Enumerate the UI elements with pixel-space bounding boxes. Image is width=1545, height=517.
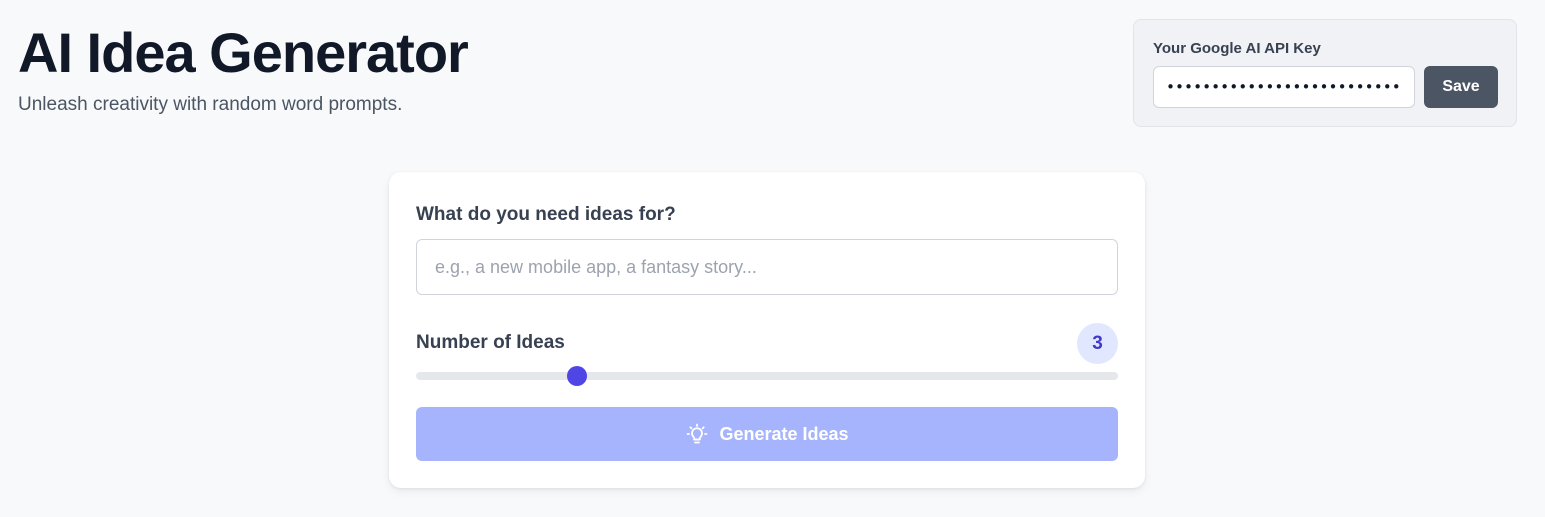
idea-count-label: Number of Ideas <box>416 332 565 353</box>
idea-form-card: What do you need ideas for? Number of Id… <box>389 172 1145 488</box>
lightbulb-icon <box>685 422 709 446</box>
api-key-input[interactable] <box>1153 66 1415 108</box>
prompt-label: What do you need ideas for? <box>416 204 676 225</box>
page-header: AI Idea Generator Unleash creativity wit… <box>18 21 469 117</box>
page-subtitle: Unleash creativity with random word prom… <box>18 94 403 115</box>
app-page: AI Idea Generator Unleash creativity wit… <box>0 0 1545 517</box>
idea-count-slider[interactable] <box>416 366 1118 386</box>
page-title: AI Idea Generator <box>18 21 469 84</box>
api-key-panel: Your Google AI API Key Save <box>1133 19 1517 127</box>
slider-thumb[interactable] <box>567 366 588 386</box>
idea-prompt-input[interactable] <box>416 239 1118 295</box>
generate-ideas-label: Generate Ideas <box>719 423 849 444</box>
save-button[interactable]: Save <box>1424 66 1498 108</box>
generate-ideas-button[interactable]: Generate Ideas <box>416 407 1118 461</box>
api-key-label: Your Google AI API Key <box>1153 40 1321 57</box>
idea-count-badge: 3 <box>1077 323 1118 364</box>
